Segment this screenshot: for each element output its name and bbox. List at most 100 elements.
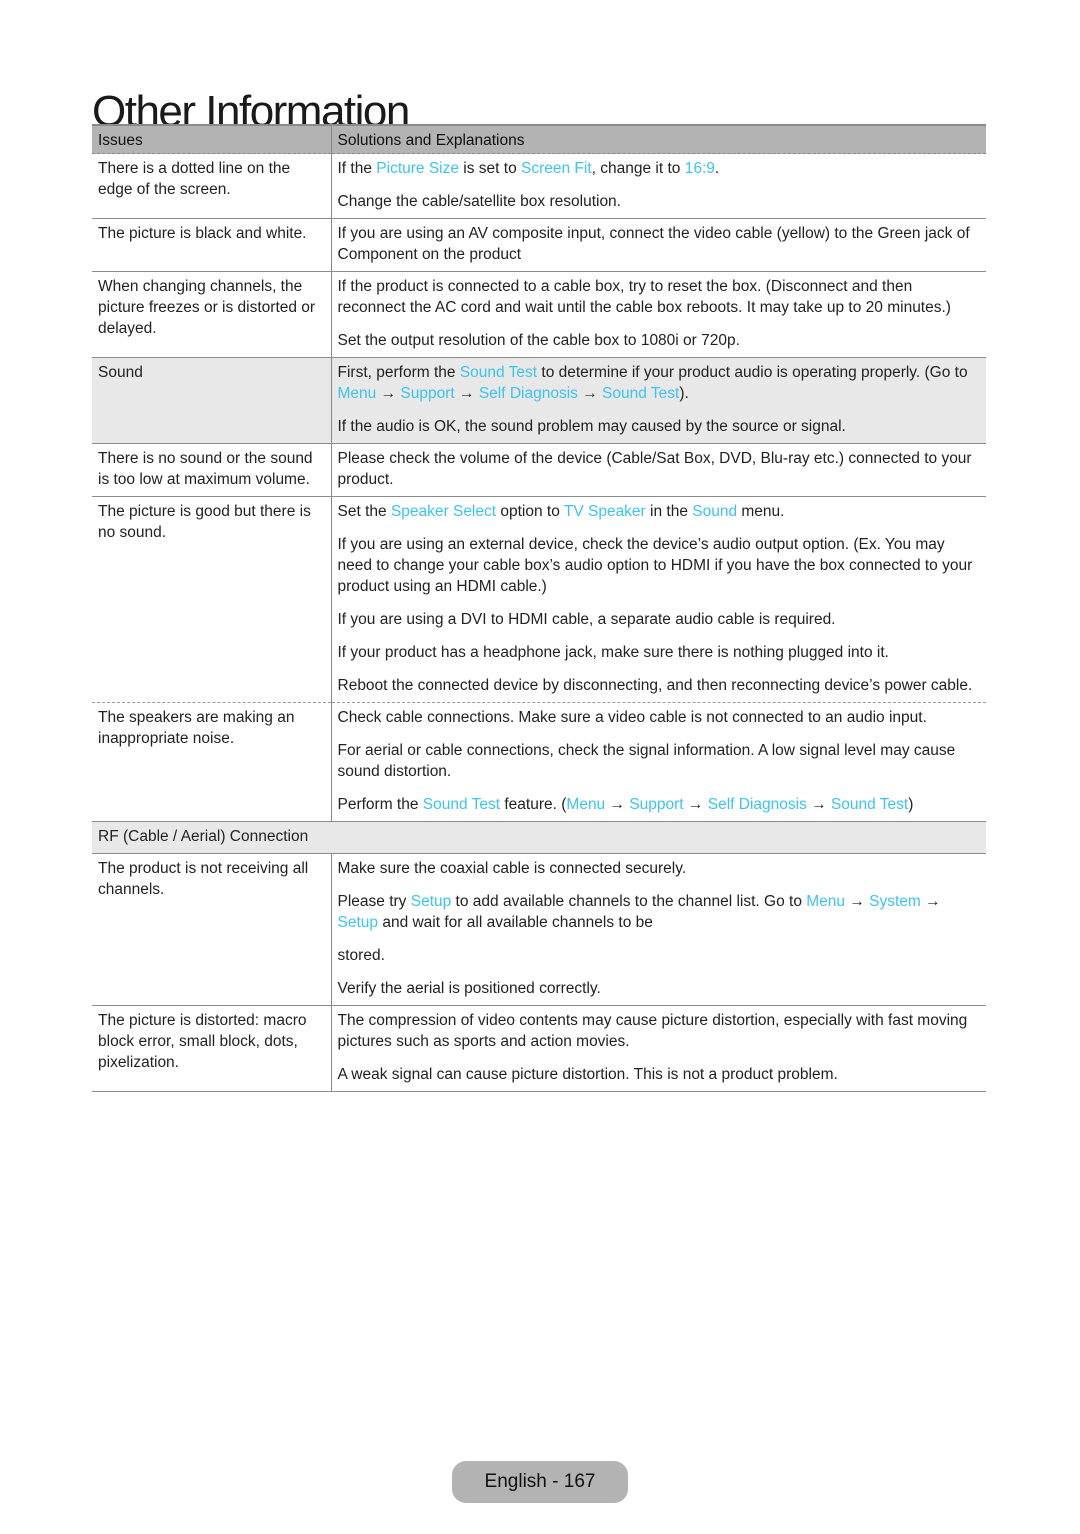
menu-term-highlight: Sound Test: [830, 796, 909, 813]
solution-paragraph: If you are using a DVI to HDMI cable, a …: [338, 609, 981, 630]
solution-text: and wait for all available channels to b…: [378, 914, 653, 931]
menu-term-highlight: Support: [629, 796, 684, 813]
section-row: RF (Cable / Aerial) Connection: [92, 821, 986, 854]
solution-paragraph: Reboot the connected device by disconnec…: [338, 675, 981, 696]
table-row: Sound First, perform the Sound Test to de…: [92, 357, 986, 444]
solution-paragraph: If your product has a headphone jack, ma…: [338, 642, 981, 663]
solution-text: .: [714, 160, 720, 177]
menu-term-highlight: Setup: [410, 893, 452, 910]
solution-paragraph: Please try Setup to add available channe…: [338, 891, 981, 933]
issue-cell: The picture is black and white.: [92, 218, 332, 272]
solution-paragraph: If the Picture Size is set to Screen Fit…: [338, 158, 981, 179]
solution-paragraph: First, perform the Sound Test to determi…: [338, 362, 981, 404]
menu-term-highlight: Sound Test: [422, 796, 501, 813]
solution-text: If you are using a DVI to HDMI cable, a …: [337, 611, 836, 628]
solution-text: →: [806, 796, 831, 813]
menu-term-highlight: Speaker Select: [390, 503, 497, 520]
solution-cell: First, perform the Sound Test to determi…: [331, 357, 986, 444]
solution-text: stored.: [337, 947, 385, 964]
table-row: There is no sound or the sound is too lo…: [92, 443, 986, 497]
solution-text: →: [454, 385, 479, 402]
solution-paragraph: The compression of video contents may ca…: [338, 1010, 981, 1052]
column-header-issues: Issues: [92, 124, 331, 154]
solution-text: If the: [337, 160, 377, 177]
solution-paragraph: Change the cable/satellite box resolutio…: [338, 191, 981, 212]
issue-cell: The product is not receiving all channel…: [92, 853, 332, 1006]
solution-text: →: [376, 385, 401, 402]
issue-cell: The picture is good but there is no soun…: [92, 496, 332, 703]
solution-text: If you are using an external device, che…: [337, 536, 973, 595]
menu-term-highlight: Support: [400, 385, 455, 402]
solution-text: ): [908, 796, 914, 813]
solution-text: A weak signal can cause picture distorti…: [337, 1066, 838, 1083]
solution-text: , change it to: [591, 160, 685, 177]
table-row: There is a dotted line on the edge of th…: [92, 153, 986, 219]
solution-text: Set the output resolution of the cable b…: [337, 332, 740, 349]
solution-text: Change the cable/satellite box resolutio…: [337, 193, 622, 210]
solution-text: Set the: [337, 503, 391, 520]
issue-cell: There is no sound or the sound is too lo…: [92, 443, 332, 497]
table-header-row: Issues Solutions and Explanations: [92, 124, 986, 154]
solution-text: For aerial or cable connections, check t…: [337, 742, 956, 780]
table-row: The picture is black and white. If you ar…: [92, 218, 986, 272]
menu-term-highlight: Sound Test: [602, 385, 680, 402]
solution-cell: The compression of video contents may ca…: [331, 1005, 986, 1092]
table-row: The speakers are making an inappropriate…: [92, 702, 986, 822]
menu-term-highlight: Menu: [566, 796, 606, 813]
menu-term-highlight: Menu: [337, 385, 377, 402]
table-row: The product is not receiving all channel…: [92, 853, 986, 1006]
menu-term-highlight: Screen Fit: [521, 160, 592, 177]
solution-cell: Please check the volume of the device (C…: [331, 443, 986, 497]
solution-text: Make sure the coaxial cable is connected…: [337, 860, 687, 877]
solution-text: to determine if your product audio is op…: [537, 364, 968, 381]
solution-text: Please check the volume of the device (C…: [337, 450, 972, 488]
solution-text: Reboot the connected device by disconnec…: [337, 677, 973, 694]
solution-cell: Make sure the coaxial cable is connected…: [331, 853, 986, 1006]
solution-text: First, perform the: [337, 364, 460, 381]
solution-text: Verify the aerial is positioned correctl…: [337, 980, 601, 997]
menu-term-highlight: Self Diagnosis: [478, 385, 578, 402]
solution-text: Perform the: [337, 796, 423, 813]
solution-text: The compression of video contents may ca…: [337, 1012, 968, 1050]
solution-text: If you are using an AV composite input, …: [337, 225, 970, 263]
menu-term-highlight: Sound: [692, 503, 738, 520]
solution-text: is set to: [458, 160, 522, 177]
issue-cell: The picture is distorted: macro block er…: [92, 1005, 332, 1092]
issue-cell: Sound: [92, 357, 332, 444]
solution-paragraph: If you are using an external device, che…: [338, 534, 981, 597]
menu-term-highlight: Setup: [337, 914, 379, 931]
table-row: When changing channels, the picture free…: [92, 271, 986, 358]
solution-text: →: [920, 893, 941, 910]
solution-text: If the audio is OK, the sound problem ma…: [337, 418, 846, 435]
solution-cell: Set the Speaker Select option to TV Spea…: [331, 496, 986, 703]
solution-paragraph: Please check the volume of the device (C…: [338, 448, 981, 490]
solution-paragraph: If you are using an AV composite input, …: [338, 223, 981, 265]
solution-text: Please try: [337, 893, 411, 910]
troubleshooting-table: Issues Solutions and Explanations There …: [92, 124, 986, 1092]
solution-text: ).: [679, 385, 689, 402]
solution-paragraph: If the product is connected to a cable b…: [338, 276, 981, 318]
solution-paragraph: Set the output resolution of the cable b…: [338, 330, 981, 351]
table-row: The picture is good but there is no soun…: [92, 496, 986, 703]
section-title: RF (Cable / Aerial) Connection: [92, 821, 986, 854]
solution-paragraph: Set the Speaker Select option to TV Spea…: [338, 501, 981, 522]
solution-paragraph: Check cable connections. Make sure a vid…: [338, 707, 981, 728]
issue-cell: When changing channels, the picture free…: [92, 271, 332, 358]
solution-cell: If the Picture Size is set to Screen Fit…: [331, 153, 986, 219]
solution-cell: If you are using an AV composite input, …: [331, 218, 986, 272]
menu-term-highlight: Sound Test: [459, 364, 538, 381]
solution-text: to add available channels to the channel…: [451, 893, 807, 910]
page-number-badge: English - 167: [452, 1461, 628, 1503]
solution-text: →: [605, 796, 630, 813]
solution-text: Check cable connections. Make sure a vid…: [337, 709, 927, 726]
solution-text: menu.: [737, 503, 785, 520]
solution-text: →: [683, 796, 708, 813]
menu-term-highlight: 16:9: [684, 160, 715, 177]
menu-term-highlight: Menu: [806, 893, 846, 910]
solution-text: option to: [496, 503, 564, 520]
menu-term-highlight: TV Speaker: [563, 503, 646, 520]
issue-cell: There is a dotted line on the edge of th…: [92, 153, 332, 219]
solution-text: →: [577, 385, 603, 402]
solution-cell: Check cable connections. Make sure a vid…: [331, 702, 986, 822]
table-body: There is a dotted line on the edge of th…: [92, 153, 986, 1092]
